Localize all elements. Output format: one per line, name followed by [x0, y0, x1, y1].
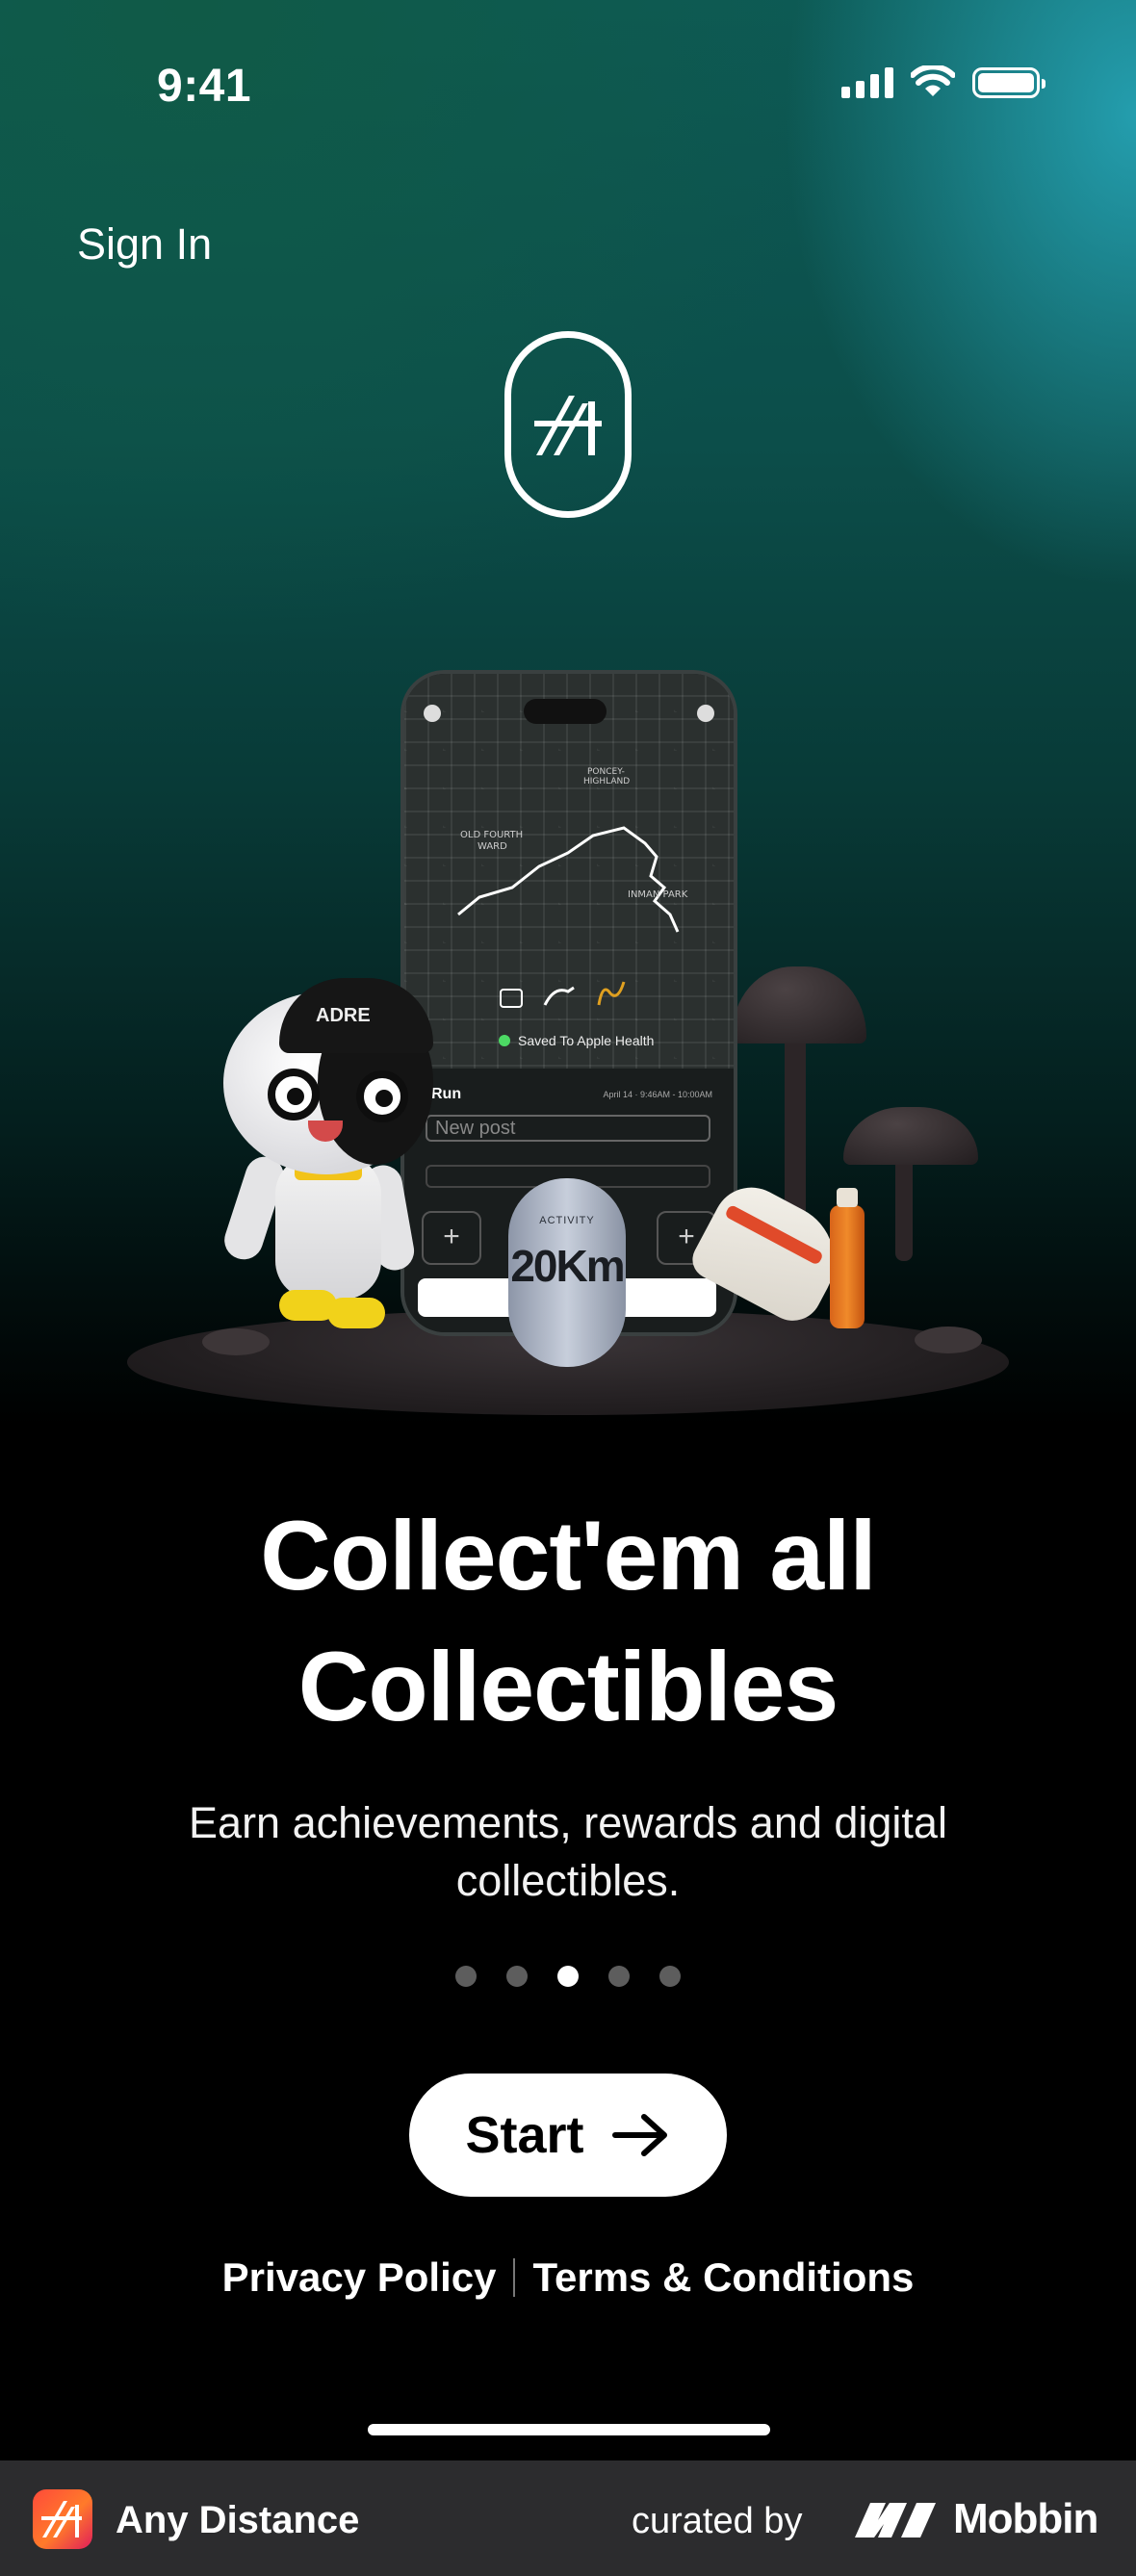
svg-text:WARD: WARD	[478, 841, 507, 852]
start-button[interactable]: Start	[409, 2074, 727, 2197]
onboarding-screen: 9:41 Sign In PONCEY- HIGHLAND OLD FOURTH…	[0, 0, 1136, 2460]
onboarding-subtext: Earn achievements, rewards and digital c…	[189, 1798, 947, 1905]
page-dot-2[interactable]	[506, 1966, 528, 1987]
activity-date: April 14 · 9:46AM - 10:00AM	[603, 1090, 712, 1099]
health-status: Saved To Apple Health	[499, 1033, 654, 1048]
mascot-eye	[356, 1070, 408, 1122]
headline-line-1: Collect'em all	[260, 1501, 877, 1610]
tree-cap	[843, 1107, 978, 1165]
hero-illustration: PONCEY- HIGHLAND OLD FOURTH WARD INMAN P…	[0, 655, 1136, 1444]
share-icon	[697, 705, 714, 722]
onboarding-headline: Collect'em all Collectibles	[0, 1490, 1136, 1752]
app-name: Any Distance	[116, 2499, 360, 2541]
collectible-badge: ACTIVITY 20Km	[508, 1178, 626, 1367]
app-icon	[33, 2489, 92, 2549]
wifi-icon	[911, 65, 955, 96]
status-icons	[841, 65, 1046, 98]
privacy-policy-link[interactable]: Privacy Policy	[222, 2254, 497, 2300]
status-time: 9:41	[157, 61, 252, 112]
svg-text:OLD FOURTH: OLD FOURTH	[460, 830, 523, 840]
curated-by-label: curated by	[632, 2501, 803, 2541]
svg-text:INMAN PARK: INMAN PARK	[628, 889, 688, 900]
mascot-body	[275, 1155, 381, 1300]
mobbin-logo-icon	[855, 2503, 936, 2537]
svg-text:HIGHLAND: HIGHLAND	[583, 777, 630, 786]
battery-icon	[972, 67, 1046, 98]
activity-type: Run	[431, 1086, 462, 1102]
app-logo-icon	[504, 331, 632, 518]
signal-icon	[841, 65, 893, 98]
tree-cap	[732, 966, 866, 1043]
arrow-right-icon	[611, 2114, 667, 2156]
post-title-field: New post	[426, 1115, 710, 1142]
home-indicator[interactable]	[368, 2424, 770, 2435]
start-button-label: Start	[465, 2106, 584, 2164]
pebble	[202, 1328, 270, 1355]
water-bottle	[830, 1188, 865, 1328]
mobbin-brand: Mobbin	[953, 2495, 1098, 2542]
sign-in-link[interactable]: Sign In	[77, 219, 212, 270]
page-dot-4[interactable]	[608, 1966, 630, 1987]
legal-links: Privacy Policy Terms & Conditions	[0, 2254, 1136, 2301]
page-dot-3[interactable]	[557, 1966, 579, 1987]
link-separator	[513, 2258, 516, 2297]
page-dot-5[interactable]	[659, 1966, 681, 1987]
pebble	[915, 1327, 982, 1353]
badge-value: 20Km	[510, 1241, 625, 1291]
cap-text: ADRE	[316, 1005, 371, 1026]
headline-line-2: Collectibles	[297, 1632, 839, 1741]
mascot-foot	[327, 1298, 385, 1328]
phone-notch	[524, 699, 607, 724]
badge-caption: ACTIVITY	[539, 1215, 595, 1226]
svg-text:PONCEY-: PONCEY-	[587, 767, 625, 777]
terms-link[interactable]: Terms & Conditions	[532, 2254, 914, 2300]
page-dot-1[interactable]	[455, 1966, 477, 1987]
page-indicator[interactable]	[0, 1966, 1136, 1987]
add-photo-slot: +	[422, 1211, 481, 1265]
close-icon	[424, 705, 441, 722]
route-map: PONCEY- HIGHLAND OLD FOURTH WARD INMAN P…	[404, 674, 734, 1069]
mascot-eye	[268, 1069, 320, 1121]
